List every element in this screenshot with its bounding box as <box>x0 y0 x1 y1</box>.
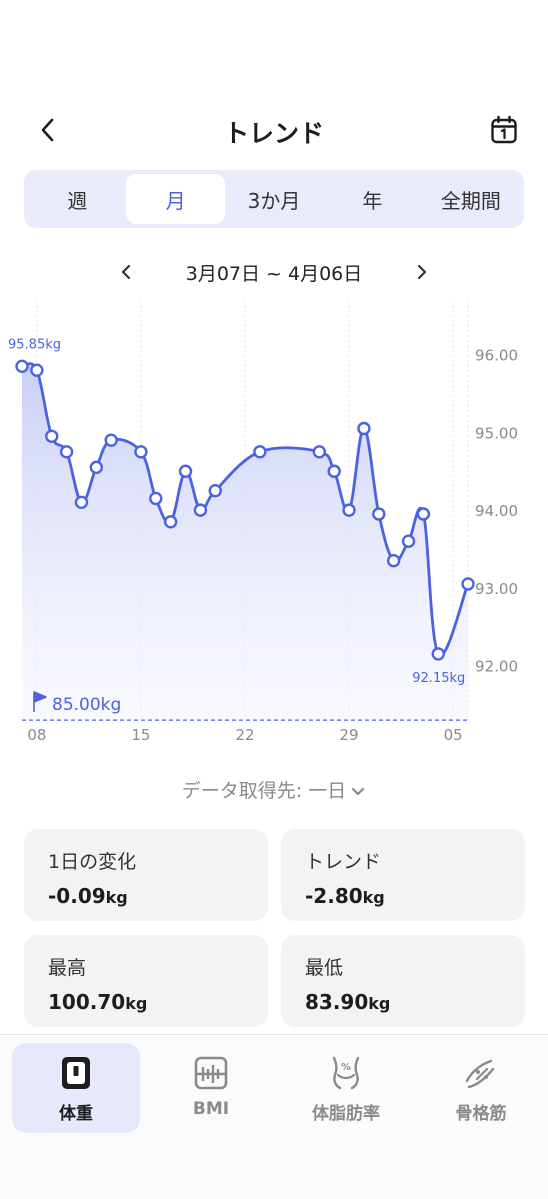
y-tick-label: 92.00 <box>475 658 518 676</box>
chevron-down-icon <box>350 781 366 803</box>
data-source-label: データ取得先: 一日 <box>181 780 347 802</box>
daily-change-value: -0.09kg <box>48 884 128 908</box>
date-range-label: 3月07日 ~ 4月06日 <box>185 263 363 285</box>
data-point <box>416 507 431 521</box>
bmi-icon <box>194 1056 228 1090</box>
data-point <box>312 445 327 459</box>
data-point <box>74 495 89 510</box>
max-value-label: 95.85kg <box>8 337 61 352</box>
y-tick-label: 95.00 <box>475 424 518 442</box>
next-range-button[interactable] <box>408 258 436 286</box>
max-value: 100.70kg <box>48 990 148 1014</box>
data-point <box>134 445 148 459</box>
header: トレンド <box>0 104 548 156</box>
data-point <box>30 363 44 377</box>
muscle-icon <box>465 1059 495 1089</box>
data-point <box>163 515 178 529</box>
tab-body-fat[interactable]: % 体脂肪率 <box>282 1043 410 1133</box>
goal-value-label: 85.00kg <box>52 695 121 715</box>
data-point <box>149 491 163 506</box>
trend-value: -2.80kg <box>305 884 385 908</box>
tab-week[interactable]: 週 <box>28 174 126 224</box>
calendar-button[interactable] <box>486 112 522 148</box>
chevron-right-icon <box>417 264 427 280</box>
body-fat-icon: % <box>332 1056 360 1090</box>
chart-area-fill <box>22 363 468 720</box>
y-tick-label: 94.00 <box>475 502 518 520</box>
x-tick-label: 05 <box>444 726 463 744</box>
data-source-selector[interactable]: データ取得先: 一日 <box>0 776 548 803</box>
tab-weight-label: 体重 <box>59 1104 93 1124</box>
data-point <box>372 507 386 521</box>
min-value-label: 92.15kg <box>412 671 465 686</box>
daily-change-label: 1日の変化 <box>48 851 137 873</box>
data-point <box>386 553 401 568</box>
x-tick-label: 29 <box>340 726 359 744</box>
tab-weight[interactable]: 体重 <box>12 1043 140 1133</box>
trend-label: トレンド <box>305 851 382 873</box>
data-point <box>89 460 104 475</box>
data-point <box>59 445 74 459</box>
period-selector: 週 月 3か月 年 全期間 <box>24 170 524 228</box>
data-point <box>431 647 445 661</box>
tab-skeletal-muscle[interactable]: 骨格筋 <box>417 1043 545 1133</box>
max-card: 最高 100.70kg <box>24 935 268 1027</box>
data-point <box>357 421 371 436</box>
scale-icon <box>62 1057 90 1089</box>
data-point <box>401 534 416 548</box>
trend-card: トレンド -2.80kg <box>281 829 525 921</box>
data-point <box>327 464 341 478</box>
data-point <box>104 433 118 447</box>
weight-trend-chart[interactable]: 08 15 22 29 05 96.00 95.00 94.00 93.00 92.00 95.85… <box>0 300 548 760</box>
daily-change-card: 1日の変化 -0.09kg <box>24 829 268 921</box>
page-title: トレンド <box>223 119 324 148</box>
min-card: 最低 83.90kg <box>281 935 525 1027</box>
tab-bmi-label: BMI <box>192 1099 230 1119</box>
date-range-navigator: 3月07日 ~ 4月06日 <box>0 256 548 288</box>
data-point <box>193 503 208 517</box>
x-tick-label: 08 <box>27 726 46 744</box>
data-point <box>15 359 29 374</box>
max-label: 最高 <box>48 957 87 979</box>
x-tick-label: 15 <box>131 726 150 744</box>
calendar-icon <box>491 115 517 144</box>
data-point <box>208 483 222 498</box>
tab-3-months[interactable]: 3か月 <box>225 174 323 224</box>
min-label: 最低 <box>305 957 344 979</box>
chart-svg: 08 15 22 29 05 96.00 95.00 94.00 93.00 92.00 95.85… <box>8 300 518 744</box>
y-tick-label: 93.00 <box>475 580 518 598</box>
tab-year[interactable]: 年 <box>323 174 421 224</box>
data-point <box>45 429 59 443</box>
tab-skeletal-muscle-label: 骨格筋 <box>455 1104 507 1124</box>
x-tick-label: 22 <box>235 726 254 744</box>
tab-body-fat-label: 体脂肪率 <box>312 1104 380 1124</box>
tab-bmi[interactable]: BMI <box>147 1043 275 1133</box>
tab-all-time[interactable]: 全期間 <box>422 174 520 224</box>
data-point <box>178 464 193 478</box>
data-point <box>253 445 267 459</box>
data-point <box>342 503 356 517</box>
data-point <box>461 577 475 591</box>
min-value: 83.90kg <box>305 990 391 1014</box>
tab-month[interactable]: 月 <box>126 174 225 224</box>
y-tick-label: 96.00 <box>475 347 518 365</box>
bottom-tab-bar: 体重 BMI % 体脂肪率 骨格筋 <box>0 1034 548 1199</box>
svg-text:%: % <box>341 1062 351 1073</box>
